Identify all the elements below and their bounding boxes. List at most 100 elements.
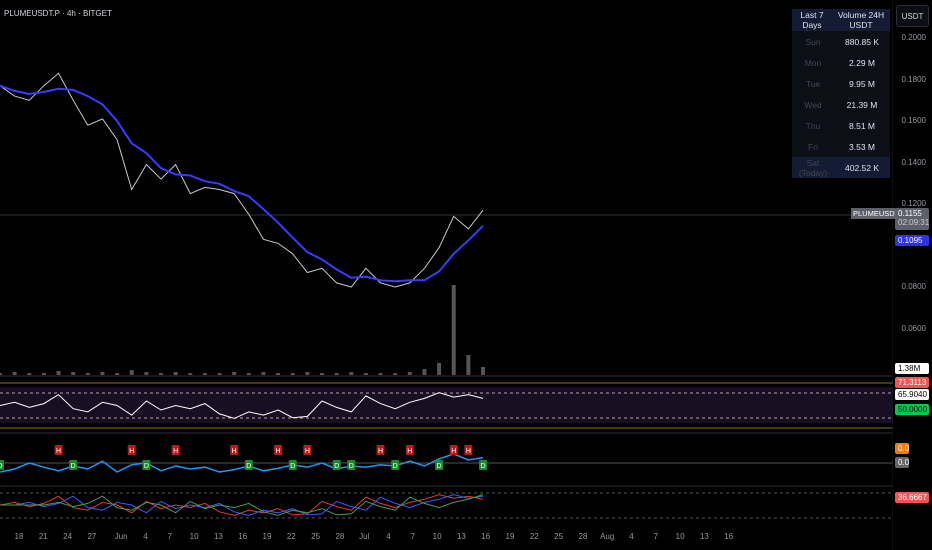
high-marker: H [405, 445, 414, 455]
price-axis-label: 0.1400 [901, 157, 926, 167]
low-marker: D [244, 460, 253, 470]
day-volume: 9.95 M [849, 78, 875, 89]
time-axis-label: 28 [578, 532, 588, 541]
time-axis-label: 25 [554, 532, 564, 541]
currency-button[interactable]: USDT [896, 5, 929, 27]
volume-bar [100, 372, 105, 375]
rsi-mid-tag: 50.0000 [895, 404, 929, 415]
moving-average-line [0, 84, 484, 283]
time-axis-label: 22 [529, 532, 539, 541]
price-axis-label: 0.2000 [901, 33, 926, 42]
high-marker: H [54, 445, 63, 455]
time-axis-label: 10 [189, 532, 199, 541]
volume-bar [466, 355, 471, 375]
svg-text:D: D [0, 463, 3, 470]
low-marker: D [479, 460, 487, 470]
time-axis-label: Jul [359, 532, 370, 541]
day-label: Tue [805, 78, 821, 89]
volume-bar [261, 372, 266, 375]
volume-bar [0, 373, 2, 375]
volume-bar [305, 372, 310, 375]
svg-text:D: D [246, 463, 251, 470]
osc-tag-1: 0.0 [895, 443, 909, 454]
volume-table-row: Wed 21.39 M [792, 94, 890, 115]
low-marker: D [0, 460, 4, 470]
time-axis-label: 16 [481, 532, 491, 541]
chart-canvas[interactable]: D H D H D H H D H D H D D H D H D H H D [0, 0, 893, 550]
time-axis-label: 16 [238, 532, 248, 541]
stoch-tag: 36.6667 [895, 492, 929, 503]
day-volume: 2.29 M [849, 57, 875, 68]
svg-text:D: D [334, 463, 339, 470]
time-axis-label: 24 [63, 532, 73, 541]
svg-text:D: D [71, 463, 76, 470]
time-axis-label: 16 [724, 532, 734, 541]
svg-text:H: H [378, 448, 383, 455]
svg-text:H: H [232, 448, 237, 455]
svg-text:H: H [129, 448, 134, 455]
price-axis-label: 0.1600 [901, 116, 926, 125]
high-marker: H [449, 445, 458, 455]
volume-bar [334, 373, 339, 375]
volume-table-row: Tue 9.95 M [792, 73, 890, 94]
rsi-value-tag: 65.9040 [895, 389, 929, 400]
svg-text:H: H [466, 448, 471, 455]
day-label: Fri [808, 141, 818, 152]
high-marker: H [274, 445, 283, 455]
low-marker: D [332, 460, 341, 470]
volume-bar [232, 372, 237, 375]
volume-bar [27, 373, 32, 375]
low-marker: D [69, 460, 78, 470]
price-series [0, 72, 484, 288]
time-axis-label: 22 [286, 532, 296, 541]
volume-bar [217, 373, 222, 375]
volume-bar [481, 367, 485, 375]
volume-bar [188, 373, 193, 375]
svg-text:H: H [407, 448, 412, 455]
high-marker: H [127, 445, 136, 455]
time-axis-label: 4 [143, 532, 148, 541]
day-volume: 3.53 M [849, 141, 875, 152]
svg-text:H: H [276, 448, 281, 455]
volume-bar [393, 373, 398, 375]
volume-bar [290, 373, 295, 375]
header-days: Last 7 Days [800, 10, 824, 30]
last-price: 0.1155 [898, 209, 922, 218]
volume-bar [71, 372, 76, 375]
day-volume: 402.52 K [844, 162, 880, 173]
volume-table-row: Mon 2.29 M [792, 52, 890, 73]
low-marker: D [391, 460, 400, 470]
volume-bar [56, 371, 61, 375]
volume-table-row: Sat (Today) 402.52 K [792, 157, 890, 178]
volume-bar [144, 372, 149, 375]
day-label: Thu [805, 120, 821, 131]
ma-value-tag: 0.1095 [895, 235, 929, 246]
volume-bar [115, 373, 120, 375]
svg-text:D: D [437, 463, 442, 470]
day-label: Sun [805, 36, 821, 47]
bar-countdown: 02:09:31 [898, 218, 930, 227]
high-marker: H [303, 445, 312, 455]
volume-table-row: Sun 880.85 K [792, 31, 890, 52]
symbol-title: PLUMEUSDT.P · 4h · BITGET [4, 9, 112, 18]
high-marker: H [376, 445, 385, 455]
day-volume: 21.39 M [846, 99, 878, 110]
day-label: Sat (Today) [798, 157, 828, 178]
time-axis-label: 25 [311, 532, 321, 541]
time-axis-label: 13 [456, 532, 466, 541]
volume-tag: 1.38M [895, 363, 929, 374]
price-axis-label: 0.1800 [901, 74, 926, 84]
time-axis-label: 7 [653, 532, 659, 541]
day-label: Wed [804, 99, 822, 110]
volume-bar [276, 373, 281, 375]
volume-bars [0, 285, 485, 375]
low-marker: D [347, 460, 356, 470]
volume-bar [422, 369, 427, 375]
svg-text:D: D [393, 463, 398, 470]
volume-bar [85, 373, 90, 375]
volume-bar [407, 372, 412, 375]
svg-text:H: H [451, 448, 456, 455]
time-axis-label: 4 [386, 532, 391, 541]
low-marker: D [435, 460, 444, 470]
day-volume: 880.85 K [844, 36, 880, 47]
